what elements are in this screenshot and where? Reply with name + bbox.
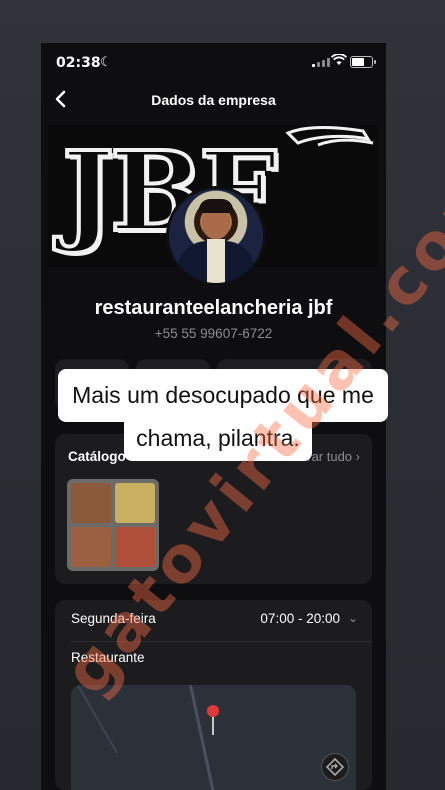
signal-icon [312,57,330,67]
page-title: Dados da empresa [151,92,276,108]
business-info-card: Segunda-feira 07:00 - 20:00 ⌄ Restaurant… [55,600,372,790]
profile-avatar[interactable] [166,186,266,286]
pin-stem [212,715,214,735]
catalog-item-image[interactable] [67,479,159,571]
battery-icon [350,56,376,68]
caption-line-2: chama, pilantra. [124,419,312,461]
story-caption: Mais um desocupado que me chama, pilantr… [58,369,388,461]
business-phone[interactable]: +55 55 99607-6722 [41,326,386,341]
wifi-icon [331,54,347,65]
hours-day[interactable]: Segunda-feira [71,611,156,626]
caption-line-1: Mais um desocupado que me [58,369,388,422]
status-bar: 02:38 ☾ [41,43,386,83]
business-name: restauranteelancheria jbf [94,297,333,319]
location-map[interactable] [71,685,356,790]
divider [71,641,372,642]
cover-decoration [285,126,374,147]
map-pin-icon [207,705,219,717]
directions-icon[interactable] [321,753,349,781]
chevron-down-icon[interactable]: ⌄ [348,611,358,625]
nav-bar: Dados da empresa [41,85,386,115]
business-category: Restaurante [71,650,145,665]
status-time: 02:38 [56,55,101,71]
hours-time[interactable]: 07:00 - 20:00 [260,611,340,626]
moon-icon: ☾ [100,54,112,69]
